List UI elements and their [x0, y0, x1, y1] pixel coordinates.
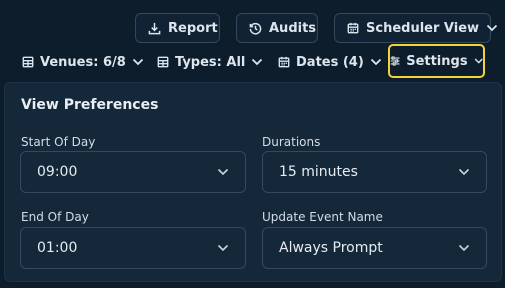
end-of-day-label: End Of Day: [21, 210, 89, 224]
sliders-icon: [390, 56, 400, 66]
chevron-down-icon: [132, 58, 143, 66]
report-button[interactable]: Report: [135, 13, 220, 43]
view-preferences-panel: View Preferences Start Of Day 09:00 Dura…: [4, 82, 502, 282]
chevron-down-icon: [217, 244, 229, 252]
scheduler-view-label: Scheduler View: [366, 20, 480, 36]
table-icon: [22, 56, 34, 68]
start-of-day-value: 09:00: [37, 164, 78, 180]
durations-value: 15 minutes: [279, 164, 358, 180]
end-of-day-value: 01:00: [37, 240, 78, 256]
settings-button[interactable]: Settings: [388, 44, 485, 78]
report-button-label: Report: [168, 20, 218, 36]
table-icon: [157, 56, 169, 68]
settings-button-label: Settings: [406, 53, 468, 69]
start-of-day-label: Start Of Day: [21, 135, 96, 149]
audits-button-label: Audits: [269, 20, 317, 36]
chevron-down-icon: [458, 244, 470, 252]
history-icon: [249, 22, 262, 35]
update-event-name-select[interactable]: Always Prompt: [262, 227, 487, 269]
chevron-down-icon: [486, 24, 498, 32]
calendar-icon: [278, 56, 290, 68]
venues-filter[interactable]: Venues: 6/8: [22, 52, 144, 72]
scheduler-view-dropdown[interactable]: Scheduler View: [334, 13, 498, 43]
chevron-down-icon: [370, 58, 381, 66]
durations-label: Durations: [262, 135, 321, 149]
panel-title: View Preferences: [21, 97, 159, 113]
venues-filter-label: Venues: 6/8: [40, 54, 126, 70]
chevron-down-icon: [217, 168, 229, 176]
start-of-day-select[interactable]: 09:00: [20, 151, 246, 193]
chevron-down-icon: [252, 58, 263, 66]
types-filter-label: Types: All: [175, 54, 246, 70]
end-of-day-select[interactable]: 01:00: [20, 227, 246, 269]
durations-select[interactable]: 15 minutes: [262, 151, 487, 193]
download-icon: [148, 22, 161, 34]
types-filter[interactable]: Types: All: [157, 52, 263, 72]
update-event-name-value: Always Prompt: [279, 240, 383, 256]
chevron-down-icon: [474, 58, 483, 64]
update-event-name-label: Update Event Name: [262, 210, 383, 224]
chevron-down-icon: [458, 168, 470, 176]
dates-filter-label: Dates (4): [296, 54, 364, 70]
audits-button[interactable]: Audits: [236, 13, 318, 43]
dates-filter[interactable]: Dates (4): [278, 52, 382, 72]
calendar-icon: [347, 22, 359, 34]
